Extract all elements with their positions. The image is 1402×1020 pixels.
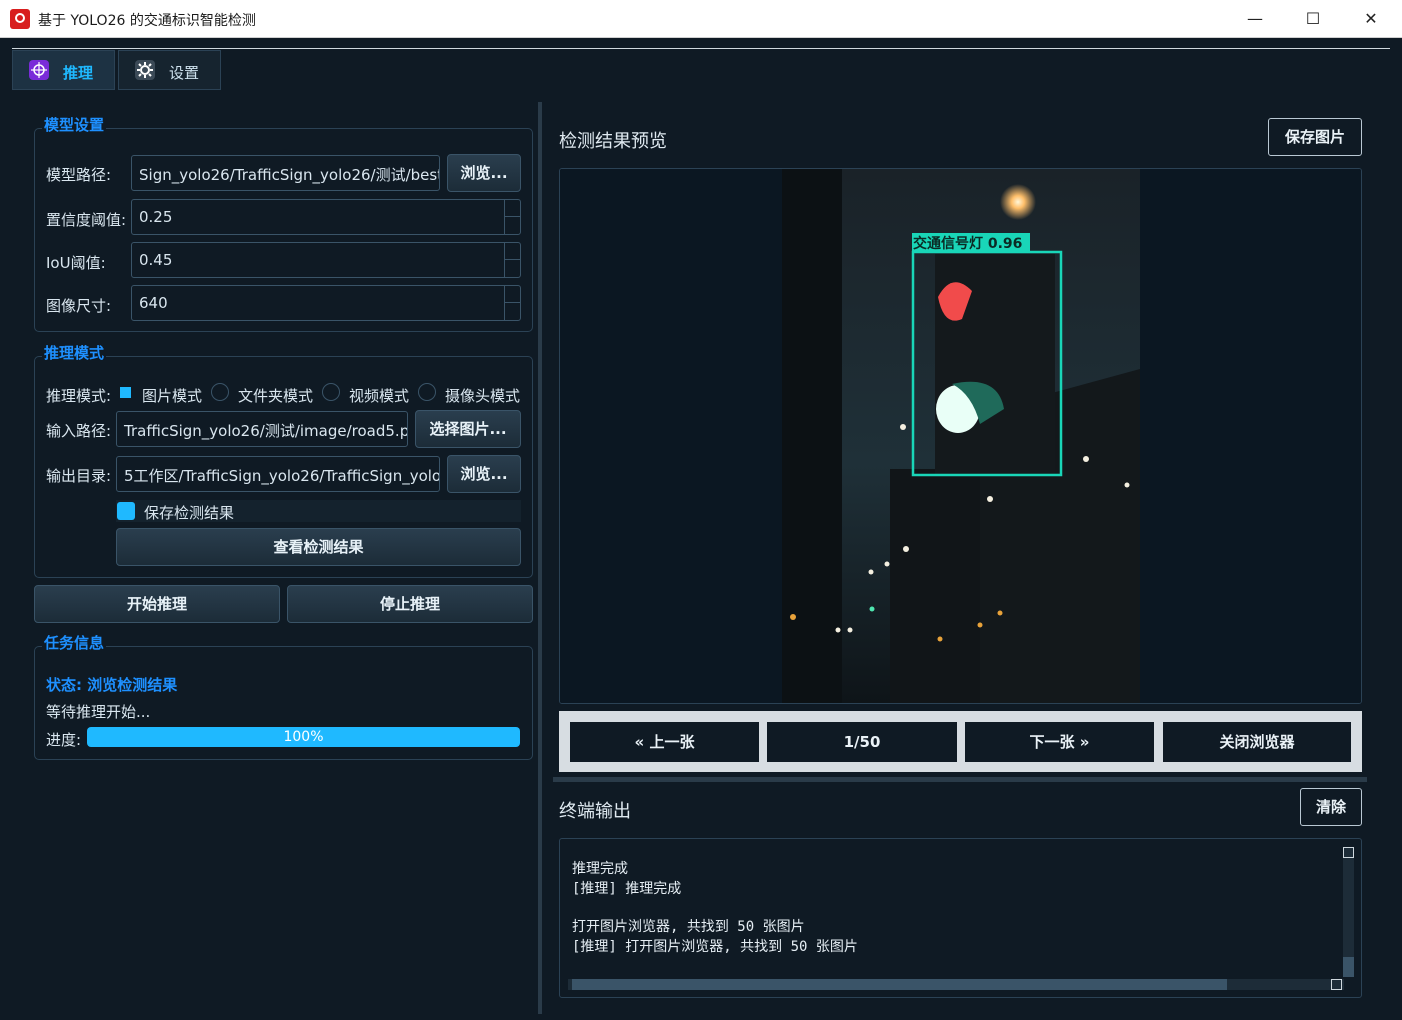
task-info-title: 任务信息 <box>42 632 107 653</box>
radio-image-mode-label: 图片模式 <box>142 387 203 405</box>
inference-mode-title: 推理模式 <box>42 342 107 363</box>
iou-stepper[interactable] <box>504 242 521 278</box>
vertical-scrollbar-thumb[interactable] <box>1343 957 1354 977</box>
output-dir-label: 输出目录: <box>46 467 112 485</box>
app-logo-icon <box>10 9 30 29</box>
next-image-button[interactable]: 下一张 » <box>965 722 1154 762</box>
select-image-button[interactable]: 选择图片... <box>415 410 521 448</box>
terminal-output[interactable]: 推理完成 [推理] 推理完成 打开图片浏览器, 共找到 50 张图片 [推理] … <box>559 838 1362 998</box>
clear-terminal-button[interactable]: 清除 <box>1300 788 1362 826</box>
tab-inference[interactable]: 推理 <box>12 50 115 90</box>
waiting-text: 等待推理开始... <box>46 703 151 721</box>
image-size-stepper[interactable] <box>504 285 521 321</box>
input-path-input[interactable]: TrafficSign_yolo26/测试/image/road5.png <box>116 411 408 447</box>
save-results-checkbox[interactable] <box>117 502 135 520</box>
close-browser-button[interactable]: 关闭浏览器 <box>1163 722 1351 762</box>
minimize-button[interactable]: — <box>1226 0 1284 38</box>
radio-video-mode-label: 视频模式 <box>349 387 410 405</box>
radio-image-mode[interactable] <box>120 387 131 398</box>
confidence-spinbox[interactable]: 0.25 <box>131 199 521 235</box>
radio-camera-mode-label: 摄像头模式 <box>445 387 521 405</box>
iou-label: IoU阈值: <box>46 254 106 272</box>
status-text: 状态: 浏览检测结果 <box>46 676 178 694</box>
save-image-button[interactable]: 保存图片 <box>1268 118 1362 156</box>
view-results-button[interactable]: 查看检测结果 <box>116 528 521 566</box>
output-browse-button[interactable]: 浏览... <box>447 455 521 493</box>
radio-folder-mode[interactable] <box>211 383 229 401</box>
stop-inference-button[interactable]: 停止推理 <box>287 585 533 623</box>
mode-label: 推理模式: <box>46 387 112 405</box>
save-results-label: 保存检测结果 <box>144 504 235 522</box>
horizontal-splitter[interactable] <box>553 777 1367 782</box>
horizontal-scrollbar[interactable] <box>568 979 1344 990</box>
tab-inference-label: 推理 <box>63 64 94 82</box>
terminal-title: 终端输出 <box>559 801 631 822</box>
model-browse-button[interactable]: 浏览... <box>447 154 521 192</box>
vertical-splitter[interactable] <box>538 102 542 1014</box>
radio-video-mode[interactable] <box>322 383 340 401</box>
detection-preview: 交通信号灯 0.96 <box>559 168 1362 704</box>
confidence-label: 置信度阈值: <box>46 211 127 229</box>
maximize-button[interactable]: ☐ <box>1284 0 1342 38</box>
tab-bar-line <box>12 48 1390 49</box>
start-inference-button[interactable]: 开始推理 <box>34 585 280 623</box>
output-dir-input[interactable]: 5工作区/TrafficSign_yolo26/TrafficSign_yolo… <box>116 456 440 492</box>
progress-label: 进度: <box>46 731 82 749</box>
image-counter: 1/50 <box>767 722 957 762</box>
model-path-input[interactable]: Sign_yolo26/TrafficSign_yolo26/测试/best.p… <box>131 155 440 191</box>
image-size-label: 图像尺寸: <box>46 297 112 315</box>
terminal-line: 打开图片浏览器, 共找到 50 张图片 <box>572 919 805 935</box>
radio-folder-mode-label: 文件夹模式 <box>238 387 314 405</box>
tab-settings-label: 设置 <box>169 64 200 82</box>
terminal-line: [推理] 推理完成 <box>572 881 682 897</box>
title-bar: 基于 YOLO26 的交通标识智能检测 — ☐ ✕ <box>0 0 1402 38</box>
model-path-label: 模型路径: <box>46 166 112 184</box>
vertical-scrollbar[interactable] <box>1343 847 1354 977</box>
preview-title: 检测结果预览 <box>559 131 667 152</box>
tab-settings[interactable]: 设置 <box>118 50 221 90</box>
model-settings-title: 模型设置 <box>42 114 107 135</box>
close-button[interactable]: ✕ <box>1342 0 1400 38</box>
iou-spinbox[interactable]: 0.45 <box>131 242 521 278</box>
radio-camera-mode[interactable] <box>418 383 436 401</box>
neural-chip-icon <box>29 60 49 80</box>
prev-image-button[interactable]: « 上一张 <box>570 722 759 762</box>
detection-label: 交通信号灯 0.96 <box>913 236 1023 252</box>
progress-bar: 100% <box>87 727 520 747</box>
terminal-line: 推理完成 <box>572 861 628 877</box>
gear-icon <box>135 60 155 80</box>
terminal-line: [推理] 打开图片浏览器, 共找到 50 张图片 <box>572 939 858 955</box>
image-size-spinbox[interactable]: 640 <box>131 285 521 321</box>
horizontal-scrollbar-thumb[interactable] <box>572 979 1227 990</box>
input-path-label: 输入路径: <box>46 422 112 440</box>
window-title: 基于 YOLO26 的交通标识智能检测 <box>38 13 256 29</box>
confidence-stepper[interactable] <box>504 199 521 235</box>
